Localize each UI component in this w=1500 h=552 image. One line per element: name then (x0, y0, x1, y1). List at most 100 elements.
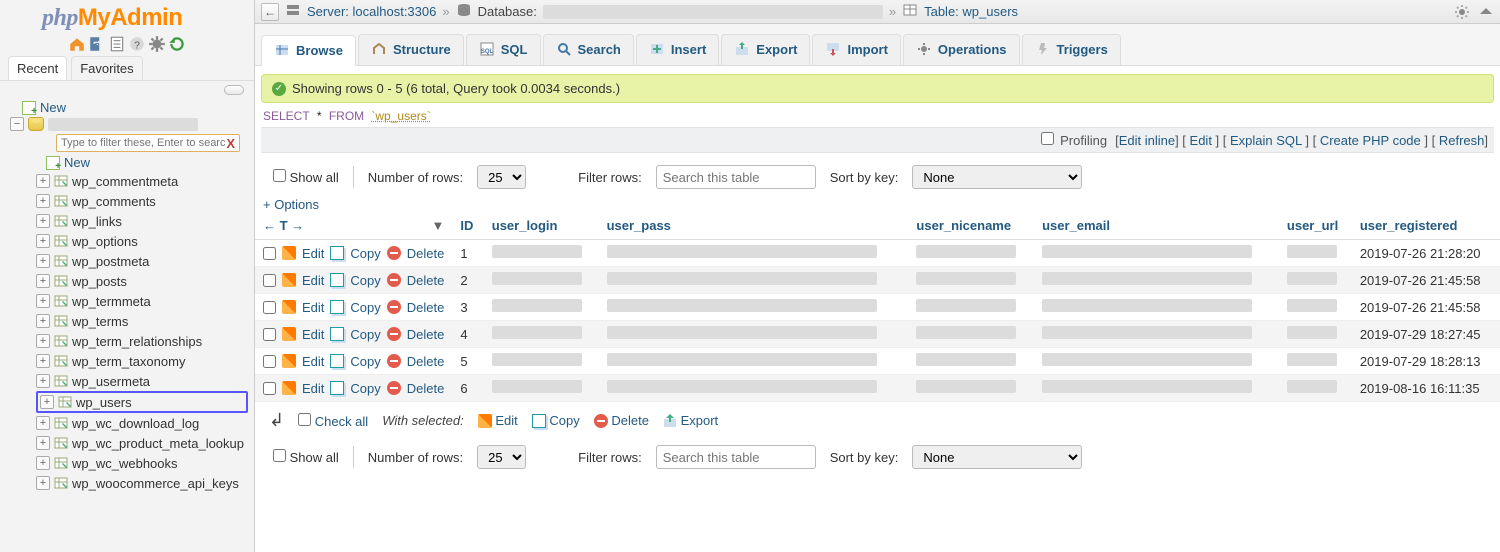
row-checkbox[interactable] (263, 355, 276, 368)
col-user_login[interactable]: user_login (484, 212, 599, 240)
row-checkbox[interactable] (263, 328, 276, 341)
link-edit-inline[interactable]: Edit inline (1119, 133, 1175, 148)
tree-expand-icon[interactable]: + (36, 374, 50, 388)
breadcrumb-table[interactable]: Table: wp_users (924, 4, 1018, 19)
row-copy[interactable]: Copy (350, 327, 380, 342)
page-collapse-icon[interactable] (1478, 4, 1494, 20)
bulk-edit[interactable]: Edit (478, 413, 518, 429)
tree-expand-icon[interactable]: + (36, 476, 50, 490)
tab-insert[interactable]: Insert (636, 34, 719, 65)
row-delete[interactable]: Delete (407, 381, 445, 396)
row-checkbox[interactable] (263, 301, 276, 314)
tree-expand-icon[interactable]: + (36, 234, 50, 248)
row-edit[interactable]: Edit (302, 246, 324, 261)
sidebar-table-wp_postmeta[interactable]: +wp_postmeta (36, 251, 254, 271)
row-delete[interactable]: Delete (407, 327, 445, 342)
row-copy[interactable]: Copy (350, 246, 380, 261)
check-all-toggle[interactable]: Check all (298, 413, 368, 429)
tab-recent[interactable]: Recent (8, 56, 67, 80)
row-delete[interactable]: Delete (407, 246, 445, 261)
browse-table-icon[interactable] (53, 415, 69, 431)
sql-help-icon[interactable]: ? (128, 35, 146, 53)
browse-table-icon[interactable] (53, 455, 69, 471)
bulk-delete[interactable]: Delete (594, 413, 649, 429)
row-checkbox[interactable] (263, 274, 276, 287)
tree-collapse-icon[interactable]: − (10, 117, 24, 131)
breadcrumb-server[interactable]: Server: localhost:3306 (307, 4, 436, 19)
tree-expand-icon[interactable]: + (36, 254, 50, 268)
tree-expand-icon[interactable]: + (36, 436, 50, 450)
sort-by-key-select[interactable]: None (912, 165, 1082, 189)
bulk-delete-label[interactable]: Delete (611, 413, 649, 428)
link-refresh[interactable]: Refresh (1439, 133, 1485, 148)
sidebar-table-wp_comments[interactable]: +wp_comments (36, 191, 254, 211)
bulk-copy[interactable]: Copy (532, 413, 580, 429)
row-copy[interactable]: Copy (350, 354, 380, 369)
tab-search[interactable]: Search (543, 34, 634, 65)
table-filter-input[interactable] (61, 137, 226, 149)
sidebar-table-wp_options[interactable]: +wp_options (36, 231, 254, 251)
bulk-copy-label[interactable]: Copy (549, 413, 579, 428)
sidebar-table-wp_links[interactable]: +wp_links (36, 211, 254, 231)
filter-rows-input[interactable] (656, 445, 816, 469)
clear-filter-icon[interactable]: X (226, 136, 235, 151)
tree-expand-icon[interactable]: + (36, 416, 50, 430)
profiling-checkbox[interactable] (1041, 132, 1054, 145)
browse-table-icon[interactable] (53, 253, 69, 269)
sort-indicator-icon[interactable]: ▼ (386, 212, 452, 240)
row-copy[interactable]: Copy (350, 273, 380, 288)
collapse-handle-icon[interactable] (224, 85, 244, 95)
browse-table-icon[interactable] (53, 373, 69, 389)
bulk-export[interactable]: Export (663, 413, 718, 429)
sidebar-table-wp_commentmeta[interactable]: +wp_commentmeta (36, 171, 254, 191)
sidebar-table-wp_usermeta[interactable]: +wp_usermeta (36, 371, 254, 391)
tree-expand-icon[interactable]: + (36, 194, 50, 208)
sidebar-table-wp_woocommerce_api_keys[interactable]: +wp_woocommerce_api_keys (36, 473, 254, 493)
col-user_email[interactable]: user_email (1034, 212, 1279, 240)
reload-icon[interactable] (168, 35, 186, 53)
tree-expand-icon[interactable]: + (36, 334, 50, 348)
db-name-redacted[interactable] (48, 118, 198, 131)
show-all-toggle[interactable]: Show all (273, 169, 339, 185)
sidebar-table-wp_wc_product_meta_lookup[interactable]: +wp_wc_product_meta_lookup (36, 433, 254, 453)
row-copy[interactable]: Copy (350, 381, 380, 396)
bulk-edit-label[interactable]: Edit (495, 413, 517, 428)
check-all-label[interactable]: Check all (315, 414, 368, 429)
link-create-php[interactable]: Create PHP code (1320, 133, 1421, 148)
browse-table-icon[interactable] (57, 394, 73, 410)
tree-expand-icon[interactable]: + (36, 174, 50, 188)
nav-back-icon[interactable]: ← (261, 3, 279, 21)
home-icon[interactable] (68, 35, 86, 53)
tab-import[interactable]: Import (812, 34, 900, 65)
tree-expand-icon[interactable]: + (36, 294, 50, 308)
browse-table-icon[interactable] (53, 213, 69, 229)
tab-structure[interactable]: Structure (358, 34, 464, 65)
link-new-db[interactable]: New (40, 100, 66, 115)
tab-export[interactable]: Export (721, 34, 810, 65)
row-edit[interactable]: Edit (302, 354, 324, 369)
sort-by-key-select[interactable]: None (912, 445, 1082, 469)
link-new-table[interactable]: New (64, 155, 90, 170)
browse-table-icon[interactable] (53, 475, 69, 491)
link-edit[interactable]: Edit (1190, 133, 1212, 148)
browse-table-icon[interactable] (53, 435, 69, 451)
tab-favorites[interactable]: Favorites (71, 56, 142, 80)
sidebar-table-wp_wc_download_log[interactable]: +wp_wc_download_log (36, 413, 254, 433)
row-edit[interactable]: Edit (302, 381, 324, 396)
browse-table-icon[interactable] (53, 353, 69, 369)
tab-sql[interactable]: SQLSQL (466, 34, 541, 65)
browse-table-icon[interactable] (53, 173, 69, 189)
sidebar-table-wp_terms[interactable]: +wp_terms (36, 311, 254, 331)
show-all-toggle[interactable]: Show all (273, 449, 339, 465)
sidebar-table-wp_wc_webhooks[interactable]: +wp_wc_webhooks (36, 453, 254, 473)
row-edit[interactable]: Edit (302, 273, 324, 288)
num-rows-select[interactable]: 25 (477, 165, 526, 189)
sidebar-table-wp_posts[interactable]: +wp_posts (36, 271, 254, 291)
check-all-checkbox[interactable] (298, 413, 311, 426)
browse-table-icon[interactable] (53, 193, 69, 209)
row-delete[interactable]: Delete (407, 273, 445, 288)
sidebar-table-wp_term_relationships[interactable]: +wp_term_relationships (36, 331, 254, 351)
browse-table-icon[interactable] (53, 333, 69, 349)
tree-expand-icon[interactable]: + (36, 214, 50, 228)
filter-rows-input[interactable] (656, 165, 816, 189)
